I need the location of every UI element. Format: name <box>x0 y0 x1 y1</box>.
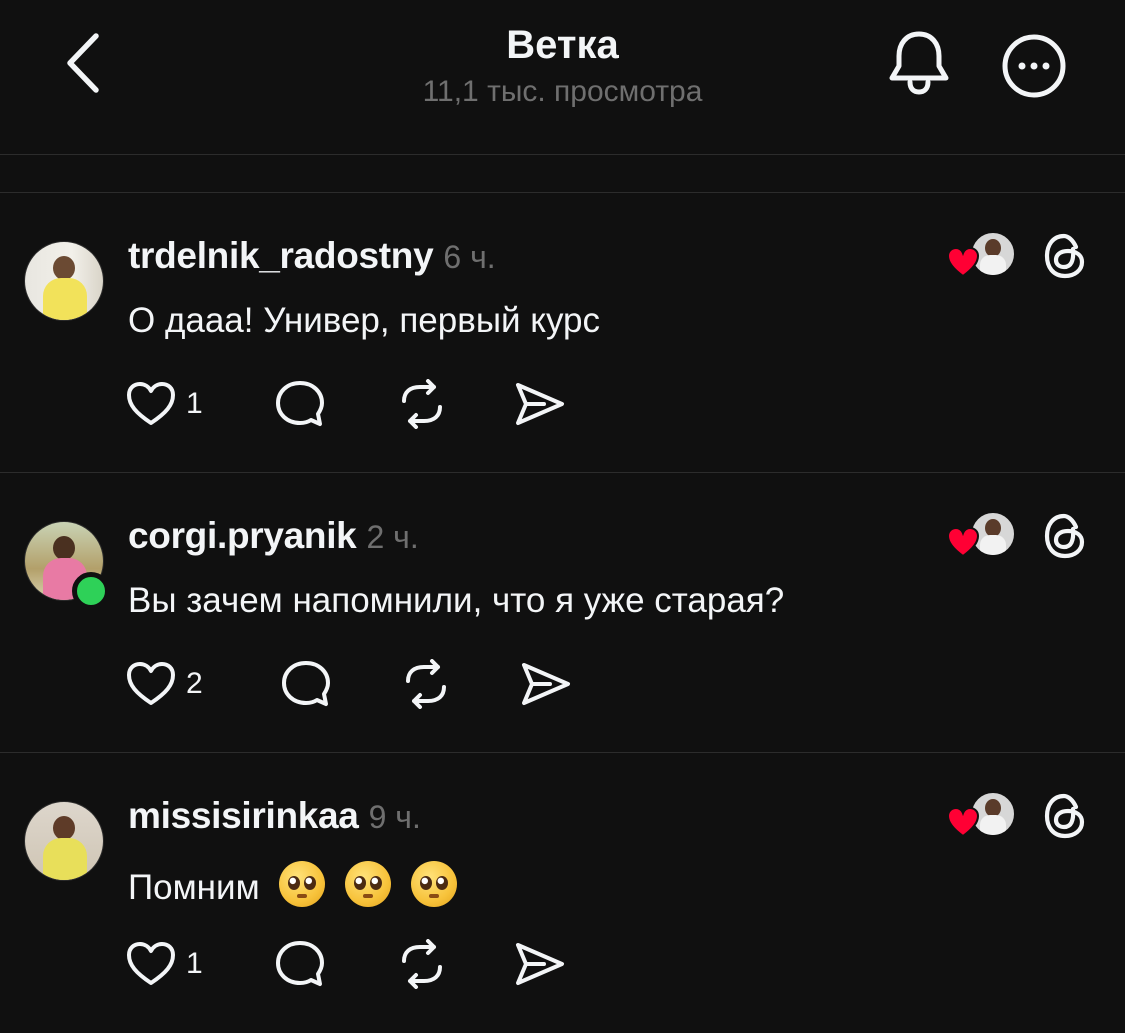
share-button[interactable] <box>514 379 566 429</box>
notifications-button[interactable] <box>884 28 954 98</box>
post-actions: 2 <box>126 659 586 709</box>
like-count: 1 <box>186 947 203 980</box>
comment-button[interactable] <box>274 939 326 989</box>
username[interactable]: corgi.pryanik 2 ч. <box>128 515 419 557</box>
reply-text: Вы зачем напомнили, что я уже старая? <box>128 581 785 620</box>
comment-icon <box>276 381 324 426</box>
threads-icon <box>1044 793 1085 839</box>
threads-icon <box>1044 233 1085 279</box>
comment-icon <box>282 661 330 706</box>
bell-icon <box>889 31 949 95</box>
reply-text: Помним <box>128 861 457 908</box>
reply-post[interactable]: missisirinkaa 9 ч. Помним 1 <box>0 753 1125 1033</box>
pleading-face-emoji <box>279 861 326 907</box>
threads-button[interactable] <box>1040 511 1090 561</box>
like-count: 1 <box>186 387 203 420</box>
reply-post[interactable]: trdelnik_radostny 6 ч. О дааа! Универ, пе… <box>0 193 1125 473</box>
heart-icon <box>127 662 175 705</box>
reply-post[interactable]: corgi.pryanik 2 ч. Вы зачем напомнили, чт… <box>0 473 1125 753</box>
repost-icon <box>402 939 442 989</box>
post-actions: 1 <box>126 379 586 429</box>
threads-button[interactable] <box>1040 791 1090 841</box>
avatar[interactable] <box>24 801 104 881</box>
share-button[interactable] <box>514 939 566 989</box>
post-actions: 1 <box>126 939 586 989</box>
heart-icon <box>127 942 175 985</box>
heart-icon <box>127 382 175 425</box>
threads-icon <box>1044 513 1085 559</box>
repost-button[interactable] <box>396 939 448 989</box>
timestamp: 9 ч. <box>368 799 421 835</box>
like-count: 2 <box>186 667 203 700</box>
pleading-face-emoji <box>345 861 392 907</box>
online-status-badge <box>72 572 110 610</box>
avatar[interactable] <box>24 241 104 321</box>
repost-icon <box>406 659 446 709</box>
more-options-button[interactable] <box>1000 32 1068 100</box>
thread-header: Ветка 11,1 тыс. просмотра <box>0 0 1125 155</box>
share-button[interactable] <box>520 659 572 709</box>
threads-button[interactable] <box>1040 231 1090 281</box>
heart-filled-icon <box>946 526 980 558</box>
header-divider <box>0 154 1125 155</box>
username[interactable]: trdelnik_radostny 6 ч. <box>128 235 496 277</box>
pleading-face-emoji <box>410 861 457 907</box>
like-button[interactable]: 2 <box>126 659 203 709</box>
send-icon <box>522 663 570 705</box>
liked-by-author <box>946 231 1018 281</box>
more-horizontal-icon <box>1002 34 1066 98</box>
heart-filled-icon <box>946 806 980 838</box>
repost-button[interactable] <box>396 379 448 429</box>
username[interactable]: missisirinkaa 9 ч. <box>128 795 421 837</box>
comment-button[interactable] <box>274 379 326 429</box>
views-count: 11,1 тыс. просмотра <box>422 75 703 108</box>
liked-by-author <box>946 791 1018 841</box>
like-button[interactable]: 1 <box>126 939 203 989</box>
timestamp: 6 ч. <box>443 239 496 275</box>
repost-icon <box>402 379 442 429</box>
reply-text: О дааа! Универ, первый курс <box>128 301 601 340</box>
comment-button[interactable] <box>280 659 332 709</box>
send-icon <box>516 943 564 985</box>
timestamp: 2 ч. <box>366 519 419 555</box>
comment-icon <box>276 941 324 986</box>
send-icon <box>516 383 564 425</box>
liked-by-author <box>946 511 1018 561</box>
page-title: Ветка <box>506 23 619 67</box>
repost-button[interactable] <box>400 659 452 709</box>
like-button[interactable]: 1 <box>126 379 203 429</box>
heart-filled-icon <box>946 246 980 278</box>
